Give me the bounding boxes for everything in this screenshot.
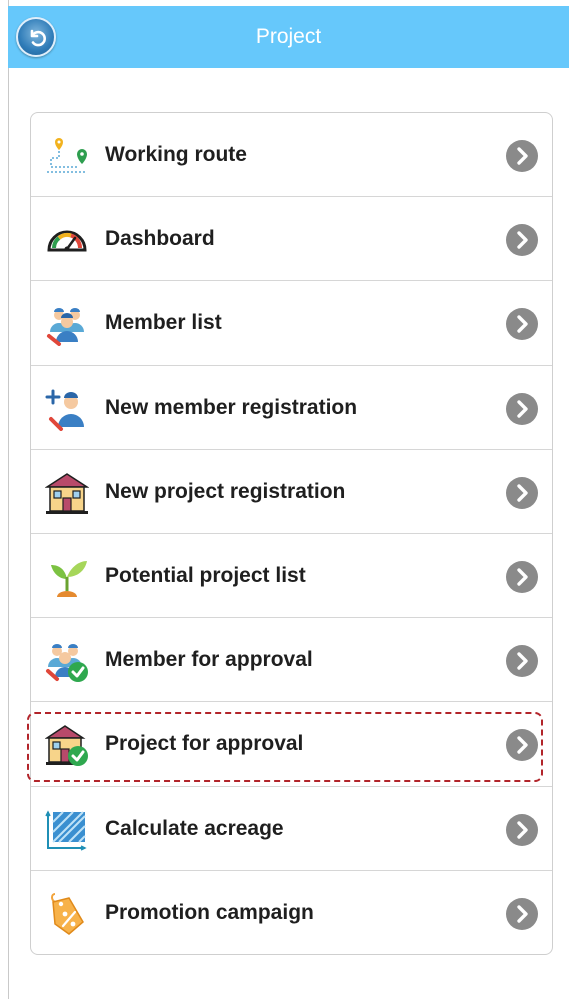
sprout-icon xyxy=(51,560,87,597)
gauge-icon xyxy=(47,230,87,252)
menu-item-label: Member for approval xyxy=(105,648,313,672)
chevron-right-circle-icon[interactable] xyxy=(506,645,538,678)
discount-tag-icon xyxy=(51,892,84,935)
chevron-right-circle-icon[interactable] xyxy=(506,813,538,846)
menu-item-new-project-registration[interactable]: New project registration xyxy=(31,450,552,534)
menu-item-label: Calculate acreage xyxy=(105,816,284,840)
chevron-right-circle-icon[interactable] xyxy=(506,140,538,172)
chevron-right-circle-icon[interactable] xyxy=(506,476,538,509)
menu-item-label: New member registration xyxy=(105,395,358,419)
chevron-right-circle-icon[interactable] xyxy=(506,392,538,425)
members-group-icon xyxy=(47,308,84,347)
menu-item-dashboard[interactable]: Dashboard xyxy=(31,197,552,282)
chevron-right-circle-icon[interactable] xyxy=(506,560,538,593)
back-button[interactable] xyxy=(16,17,56,57)
menu-item-promotion-campaign[interactable]: Promotion campaign xyxy=(31,871,552,954)
menu-item-label: Potential project list xyxy=(105,563,306,587)
menu-item-working-route[interactable]: Working route xyxy=(31,113,552,198)
menu-item-calculate-acreage[interactable]: Calculate acreage xyxy=(31,787,552,871)
add-member-icon xyxy=(45,389,84,431)
chevron-right-circle-icon[interactable] xyxy=(506,224,538,257)
menu-item-label: Member list xyxy=(105,311,222,335)
chevron-right-circle-icon[interactable] xyxy=(506,897,538,930)
members-approved-icon xyxy=(46,644,88,683)
menu-item-member-list[interactable]: Member list xyxy=(31,281,552,366)
map-pin-route-icon xyxy=(47,138,87,173)
back-arrow-icon xyxy=(30,29,46,47)
house-icon xyxy=(45,472,89,514)
highlight-box xyxy=(27,712,543,782)
menu-item-member-for-approval[interactable]: Member for approval xyxy=(31,618,552,703)
chevron-right-circle-icon[interactable] xyxy=(506,308,538,341)
menu-item-label: Dashboard xyxy=(105,227,215,251)
frame-edge xyxy=(8,0,9,999)
menu-item-new-member-registration[interactable]: New member registration xyxy=(31,366,552,450)
area-measure-icon xyxy=(45,809,87,851)
project-menu: Working route Dashboard Member list New … xyxy=(30,112,553,955)
menu-item-potential-project-list[interactable]: Potential project list xyxy=(31,534,552,619)
app-header: Project xyxy=(8,6,569,68)
menu-item-label: Working route xyxy=(105,143,247,166)
page-title: Project xyxy=(255,25,322,48)
menu-item-label: Promotion campaign xyxy=(105,900,314,924)
menu-item-label: New project registration xyxy=(105,479,346,503)
